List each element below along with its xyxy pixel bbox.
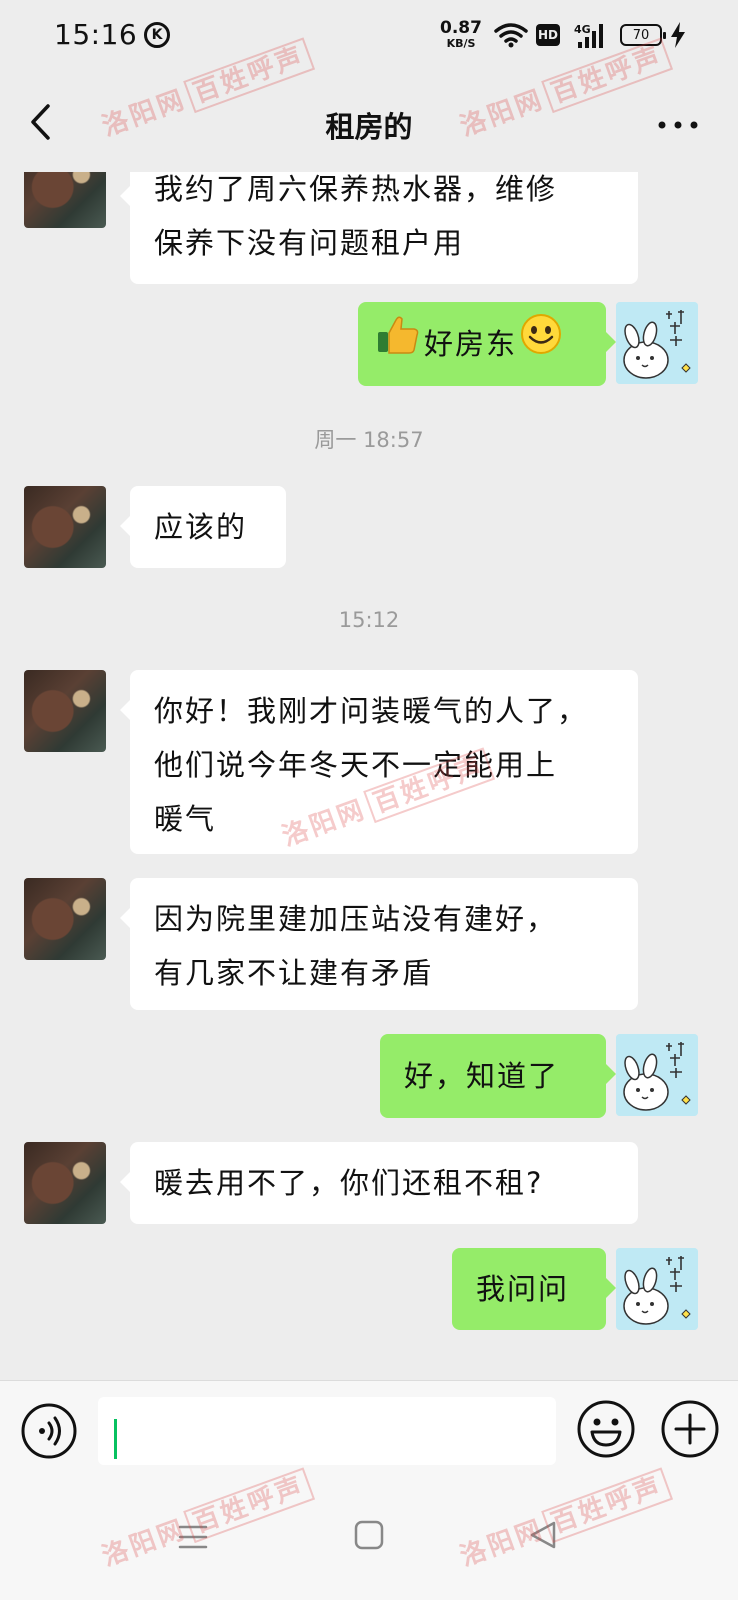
message-text: 有几家不让建有矛盾 [154, 956, 434, 990]
message-input[interactable] [98, 1397, 556, 1465]
battery-level: 70 [632, 27, 650, 43]
message-text: 暖气 [154, 802, 217, 836]
page-title: 租房的 [325, 110, 413, 144]
status-bar: 15:16 K 0.87 KB/S HD 4G 70 [0, 0, 738, 72]
message-bubble-outgoing[interactable]: 我问问 [452, 1248, 616, 1330]
smile-icon [519, 304, 563, 388]
thumbs-up-icon [376, 304, 420, 388]
avatar[interactable] [24, 172, 106, 228]
message-text: 好房东 [424, 327, 518, 361]
message-text: 因为院里建加压站没有建好， [154, 902, 558, 936]
avatar[interactable] [616, 302, 698, 384]
message-text: 保养下没有问题租户用 [154, 226, 465, 260]
hd-icon: HD [536, 24, 560, 46]
more-horizontal-icon[interactable] [656, 116, 700, 135]
wifi-icon [494, 22, 528, 52]
message-list[interactable]: 我约了周六保养热水器，维修 保养下没有问题租户用 好房东 周一 18:57 应该… [0, 172, 738, 1380]
message-text: 我约了周六保养热水器，维修 [154, 172, 558, 206]
network-speed: 0.87 KB/S [440, 18, 482, 50]
message-bubble-incoming[interactable]: 你好！我刚才问装暖气的人了， 他们说今年冬天不一定能用上 暖气 [120, 670, 638, 854]
message-bubble-incoming[interactable]: 暖去用不了，你们还租不租? [120, 1142, 638, 1224]
message-text: 你好！我刚才问装暖气的人了， [154, 694, 589, 728]
chat-header: 租房的 [0, 72, 738, 172]
avatar[interactable] [24, 486, 106, 568]
signal-icon: 4G [574, 22, 608, 54]
bunny-avatar-icon [616, 302, 698, 384]
network-type-label: 4G [574, 23, 591, 36]
message-text: 好，知道了 [404, 1059, 560, 1093]
status-time: 15:16 [54, 18, 138, 51]
chat-timestamp: 周一 18:57 [314, 428, 424, 452]
voice-icon[interactable] [20, 1402, 78, 1464]
message-text: 我问问 [476, 1272, 570, 1306]
k-app-icon: K [144, 22, 170, 48]
input-bar [0, 1380, 738, 1480]
battery-icon: 70 [620, 24, 666, 46]
message-bubble-incoming[interactable]: 我约了周六保养热水器，维修 保养下没有问题租户用 [120, 172, 638, 284]
charging-icon [670, 22, 686, 52]
bunny-avatar-icon [616, 1034, 698, 1116]
message-text: 他们说今年冬天不一定能用上 [154, 748, 558, 782]
chat-screen: 15:16 K 0.87 KB/S HD 4G 70 租房的 我约了周六保养热水… [0, 0, 738, 1600]
back-triangle-icon[interactable] [528, 1520, 558, 1554]
menu-icon[interactable] [178, 1524, 208, 1554]
system-nav-bar [0, 1480, 738, 1600]
message-bubble-outgoing[interactable]: 好房东 [358, 302, 616, 388]
avatar[interactable] [616, 1248, 698, 1330]
plus-circle-icon[interactable] [660, 1399, 720, 1463]
network-speed-unit: KB/S [446, 37, 476, 50]
home-icon[interactable] [354, 1520, 384, 1554]
message-text: 暖去用不了，你们还租不租? [154, 1166, 544, 1200]
network-speed-value: 0.87 [440, 18, 482, 38]
message-bubble-incoming[interactable]: 应该的 [120, 486, 286, 568]
chat-timestamp: 15:12 [338, 608, 400, 632]
message-bubble-incoming[interactable]: 因为院里建加压站没有建好， 有几家不让建有矛盾 [120, 878, 638, 1010]
avatar[interactable] [24, 1142, 106, 1224]
emoji-icon[interactable] [576, 1399, 636, 1463]
bunny-avatar-icon [616, 1248, 698, 1330]
message-text: 应该的 [154, 510, 248, 544]
avatar[interactable] [616, 1034, 698, 1116]
avatar[interactable] [24, 670, 106, 752]
message-bubble-outgoing[interactable]: 好，知道了 [380, 1034, 616, 1118]
avatar[interactable] [24, 878, 106, 960]
text-caret [114, 1419, 117, 1459]
